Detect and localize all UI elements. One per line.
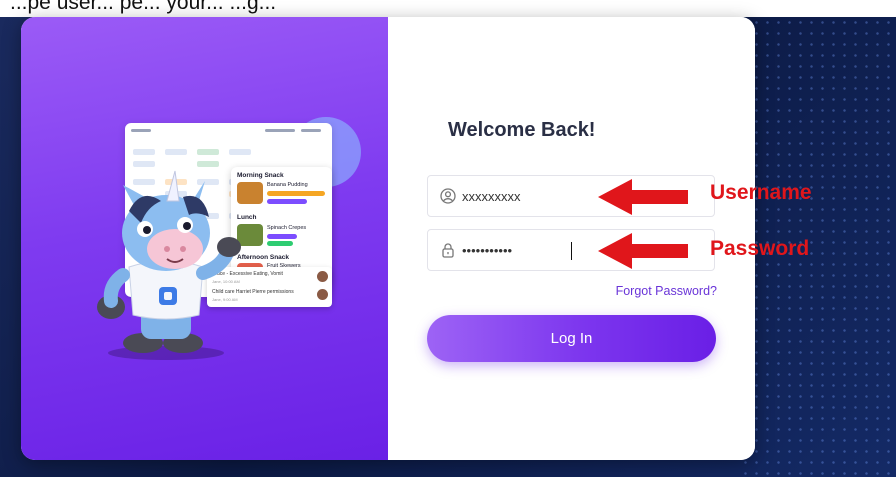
lock-icon [442, 243, 454, 258]
preview-header-bar [265, 129, 295, 132]
password-annotation: Password [710, 237, 810, 260]
preview-header-bar [131, 129, 151, 132]
forgot-password-link[interactable]: Forgot Password? [616, 284, 717, 298]
calendar-cell [165, 149, 187, 155]
meal-status-pill [267, 199, 307, 204]
welcome-title: Welcome Back! [448, 119, 596, 141]
username-annotation: Username [710, 181, 812, 204]
notification-avatar [317, 271, 328, 282]
calendar-cell [229, 149, 251, 155]
login-button[interactable]: Log In [427, 315, 716, 362]
arrow-left-icon [598, 179, 688, 215]
notification-avatar [317, 289, 328, 300]
meal-item-name: Banana Pudding [267, 182, 308, 188]
instruction-text: ...pe user... pe... your... ...g... [10, 0, 277, 14]
instruction-strip: ...pe user... pe... your... ...g... [0, 0, 896, 17]
login-form-panel: Welcome Back! Forgot Password? Log In [388, 17, 755, 460]
arrow-left-icon [598, 233, 688, 269]
calendar-cell [197, 149, 219, 155]
text-cursor [571, 242, 572, 260]
meal-item-name: Spinach Crepes [267, 225, 307, 231]
meal-status-pill [267, 241, 293, 246]
unicorn-mascot-image [97, 170, 241, 360]
user-circle-icon [440, 188, 456, 204]
calendar-cell [133, 149, 155, 155]
illustration-panel: Morning Snack Banana Pudding Lunch Spina… [21, 17, 388, 460]
meal-status-pill [267, 191, 325, 196]
preview-header-bar [301, 129, 321, 132]
meal-status-pill [267, 234, 297, 239]
